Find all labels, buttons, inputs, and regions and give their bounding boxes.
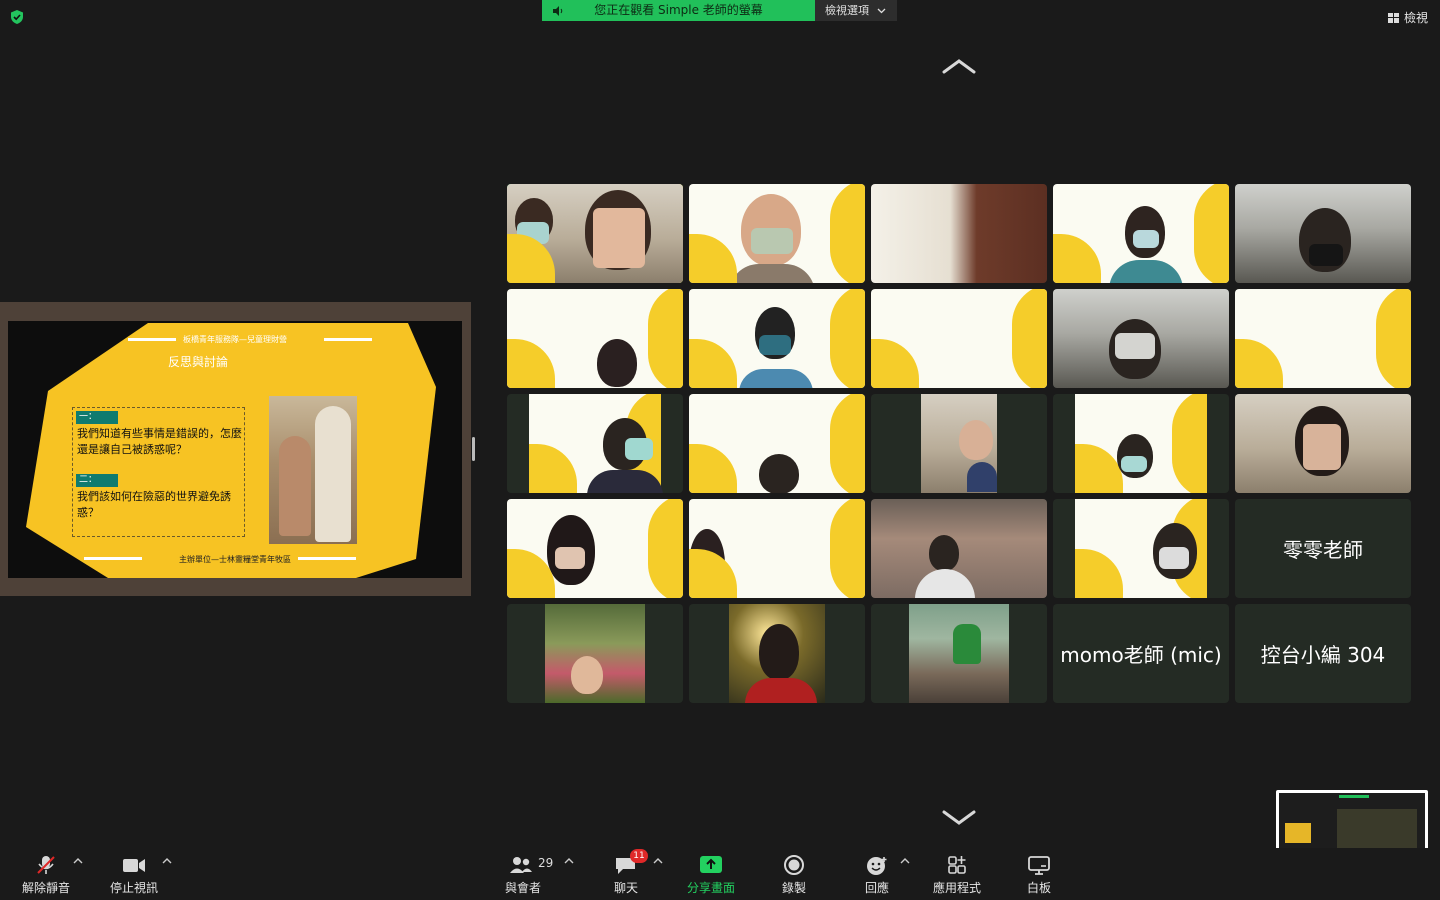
stop-video-button[interactable]: 停止視訊	[100, 848, 168, 900]
participant-tile[interactable]: 控台小編 304	[1235, 604, 1411, 703]
view-label: 檢視	[1403, 11, 1428, 25]
chevron-down-icon[interactable]	[940, 808, 978, 828]
shield-check-icon[interactable]	[9, 9, 25, 25]
participants-label: 與會者	[504, 881, 541, 895]
participant-tile[interactable]	[871, 499, 1047, 598]
unmute-button[interactable]: 解除靜音	[12, 848, 80, 900]
participant-tile[interactable]	[871, 184, 1047, 283]
record-icon	[784, 855, 804, 875]
meeting-toolbar: 解除靜音 停止視訊 與會者 29 聊天 11 分享畫面 錄製 回應 應用程式 白…	[0, 848, 1440, 900]
share-screen-icon	[700, 856, 722, 873]
smiley-icon	[867, 857, 887, 875]
speaker-icon	[553, 6, 563, 16]
participant-count: 29	[538, 856, 554, 870]
screen-share-banner: 您正在觀看 Simple 老師的螢幕	[542, 0, 815, 21]
chat-unread-badge: 11	[630, 849, 648, 863]
reactions-label: 回應	[864, 881, 889, 895]
participant-tile[interactable]	[689, 499, 865, 598]
slide-title: 反思與討論	[168, 355, 229, 369]
shared-screen[interactable]: 板橋青年服務隊—兒童理財營 反思與討論 一： 我們知道有些事情是錯誤的，怎麼還是…	[0, 302, 471, 596]
participant-tile[interactable]	[689, 604, 865, 703]
chevron-up-icon[interactable]	[900, 857, 910, 865]
slide-footer: 主辦單位—士林靈糧堂青年牧區	[179, 555, 291, 564]
participant-tile[interactable]	[1053, 499, 1229, 598]
banner-text: 您正在觀看 Simple 老師的螢幕	[594, 3, 763, 17]
participants-icon	[509, 857, 532, 873]
participant-name: 零零老師	[1283, 538, 1363, 562]
participant-tile[interactable]	[871, 394, 1047, 493]
chevron-down-icon	[877, 8, 885, 14]
record-label: 錄製	[781, 881, 806, 895]
participant-tile[interactable]	[689, 394, 865, 493]
whiteboard-label: 白板	[1026, 881, 1051, 895]
view-options-label: 檢視選項	[825, 4, 869, 17]
unmute-label: 解除靜音	[21, 881, 70, 895]
whiteboard-button[interactable]: 白板	[1016, 848, 1062, 900]
chevron-up-icon[interactable]	[564, 857, 574, 865]
apps-icon	[948, 856, 966, 874]
apps-label: 應用程式	[932, 881, 981, 895]
participant-tile[interactable]	[507, 289, 683, 388]
participant-tile[interactable]	[1235, 394, 1411, 493]
participant-tile[interactable]	[871, 289, 1047, 388]
question-tag: 二：	[76, 474, 118, 487]
pane-resize-handle[interactable]	[472, 437, 475, 461]
grid-view-icon	[1387, 12, 1399, 23]
participant-name: 控台小編 304	[1260, 643, 1386, 667]
view-button[interactable]: 檢視	[1387, 9, 1428, 26]
presentation-slide: 板橋青年服務隊—兒童理財營 反思與討論 一： 我們知道有些事情是錯誤的，怎麼還是…	[8, 321, 462, 578]
stop-video-label: 停止視訊	[109, 881, 158, 895]
participant-tile[interactable]	[507, 499, 683, 598]
participant-name: momo老師 (mic)	[1060, 643, 1222, 667]
muted-mic-icon	[37, 856, 55, 874]
participant-tile[interactable]: 零零老師	[1235, 499, 1411, 598]
video-camera-icon	[123, 859, 145, 872]
whiteboard-icon	[1028, 856, 1050, 875]
mini-banner	[1339, 795, 1369, 798]
chevron-up-icon[interactable]	[73, 857, 83, 865]
participant-tile[interactable]	[507, 394, 683, 493]
chevron-up-icon[interactable]	[162, 857, 172, 865]
participant-tile[interactable]	[1235, 184, 1411, 283]
share-screen-button[interactable]: 分享畫面	[680, 848, 742, 900]
participant-tile[interactable]	[1053, 184, 1229, 283]
participant-tile[interactable]: momo老師 (mic)	[1053, 604, 1229, 703]
participant-tile[interactable]	[689, 289, 865, 388]
participant-tile[interactable]	[1053, 394, 1229, 493]
question-text: 我們該如何在險惡的世界避免誘惑？	[77, 490, 231, 519]
question-box: 一： 我們知道有些事情是錯誤的，怎麼還是讓自己被誘惑呢？ 二： 我們該如何在險惡…	[72, 407, 245, 537]
participant-tile[interactable]	[1053, 289, 1229, 388]
participant-tile[interactable]	[1235, 289, 1411, 388]
view-options-dropdown[interactable]: 檢視選項	[815, 0, 897, 21]
chat-label: 聊天	[613, 881, 638, 895]
participant-tile[interactable]	[507, 184, 683, 283]
question-text: 我們知道有些事情是錯誤的，怎麼還是讓自己被誘惑呢？	[77, 427, 242, 456]
slide-header: 板橋青年服務隊—兒童理財營	[183, 335, 287, 344]
question-tag: 一：	[76, 411, 118, 424]
mini-slide	[1285, 823, 1311, 843]
participant-tile[interactable]	[871, 604, 1047, 703]
slide-photo	[269, 396, 357, 544]
participant-tile[interactable]	[689, 184, 865, 283]
participant-tile[interactable]	[507, 604, 683, 703]
share-screen-label: 分享畫面	[686, 881, 735, 895]
chevron-up-icon[interactable]	[653, 857, 663, 865]
record-button[interactable]: 錄製	[770, 848, 818, 900]
reactions-button[interactable]: 回應	[854, 848, 900, 900]
chevron-up-icon[interactable]	[940, 56, 978, 76]
apps-button[interactable]: 應用程式	[926, 848, 988, 900]
